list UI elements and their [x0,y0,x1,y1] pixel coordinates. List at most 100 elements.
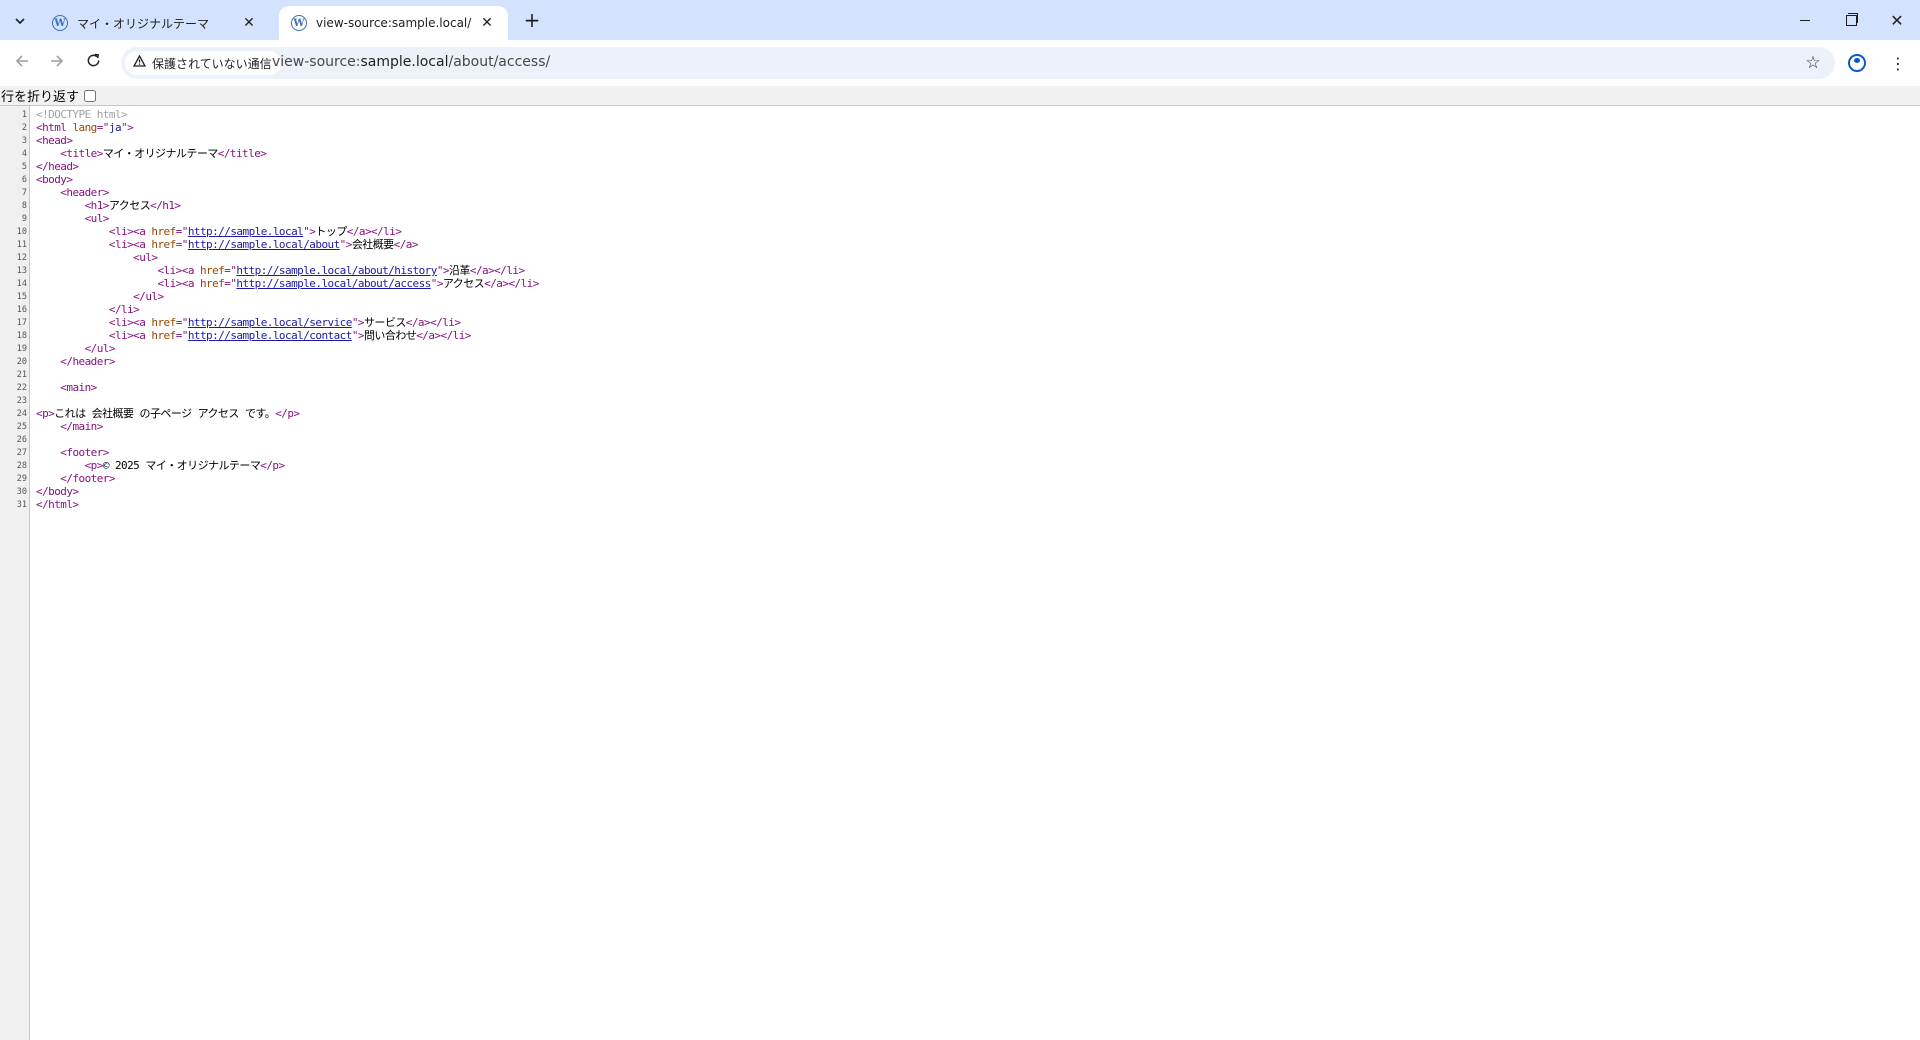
source-line: 17 <li><a href="http://sample.local/serv… [0,316,1890,329]
line-content: </li> [36,303,140,316]
source-text: 沿革 [448,264,470,277]
line-content: <ul> [36,251,158,264]
source-attr: href [151,225,176,238]
source-line: 8 <h1>アクセス</h1> [0,199,1890,212]
source-doctype: <!DOCTYPE html> [36,108,128,121]
source-tag: </h1> [150,199,181,212]
line-content: <p>これは 会社概要 の子ページ アクセス です。</p> [36,407,300,420]
source-line: 31 </html> [0,498,1890,511]
source-line: 30 </body> [0,485,1890,498]
tab-my-original-theme[interactable]: W マイ・オリジナルテーマ ✕ [40,6,270,40]
source-link[interactable]: http://sample.local/about [188,238,340,251]
line-content: <li><a href="http://sample.local/about/h… [36,264,525,277]
line-content: <li><a href="http://sample.local">トップ</a… [36,225,402,238]
line-content: <footer> [36,446,109,459]
new-tab-button[interactable]: + [520,8,544,32]
source-attr: href [151,316,176,329]
close-icon[interactable]: ✕ [478,14,496,32]
source-text: アクセス [108,199,151,212]
source-line: 14 <li><a href="http://sample.local/abou… [0,277,1890,290]
line-content: </main> [36,420,103,433]
source-tag: </a></li> [405,316,461,329]
close-icon: ✕ [1890,10,1904,30]
source-line: 18 <li><a href="http://sample.local/cont… [0,329,1890,342]
source-tag: <header> [60,186,109,199]
line-content: <head> [36,134,73,147]
source-link[interactable]: http://sample.local/service [188,316,353,329]
profile-avatar [1848,54,1866,72]
source-tag: <title> [60,147,103,160]
source-tag: =" [224,277,237,290]
kebab-menu-icon[interactable]: ⋮ [1886,51,1910,75]
reload-button[interactable] [77,47,109,79]
source-line: 23 [0,394,1890,407]
source-tag: =" [175,316,189,329]
security-label: 保護されていない通信 [152,56,272,71]
security-chip[interactable]: 保護されていない通信 [125,51,281,75]
source-code: 1 <!DOCTYPE html> 2 <html lang="ja"> 3 <head>… [0,108,1890,511]
source-link[interactable]: http://sample.local/contact [188,329,353,342]
source-line: 16 </li> [0,303,1890,316]
minimize-button[interactable] [1782,0,1828,40]
tab-view-source[interactable]: W view-source:sample.local/about ✕ [279,6,508,40]
source-attr: href [151,329,176,342]
source-tag: </body> [36,485,79,498]
forward-button[interactable] [41,47,73,79]
line-content: <body> [36,173,73,186]
plus-icon: + [523,8,541,32]
source-tag: <li><a [157,277,200,290]
source-attr: href [151,238,176,251]
line-content: </header> [36,355,115,368]
source-line: 20 </header> [0,355,1890,368]
source-tag: <li><a [108,329,152,342]
arrow-right-icon [50,53,64,73]
url-path: /about/access/ [448,54,551,70]
source-tag: <p> [84,459,104,472]
back-button[interactable] [6,47,38,79]
line-wrap-checkbox[interactable] [84,89,97,102]
reload-icon [86,53,101,73]
star-icon[interactable]: ☆ [1801,51,1825,75]
source-tag: =" [96,121,110,134]
source-line: 1 <!DOCTYPE html> [0,108,1890,121]
source-link[interactable]: http://sample.local/about/access [236,277,431,290]
source-line: 27 <footer> [0,446,1890,459]
source-tag: <html [36,121,73,134]
close-icon[interactable]: ✕ [240,14,258,32]
source-line: 3 <head> [0,134,1890,147]
restore-button[interactable] [1828,0,1874,40]
source-link[interactable]: http://sample.local [188,225,304,238]
arrow-left-icon [15,53,29,73]
window-close-button[interactable]: ✕ [1874,0,1920,40]
source-tag: <li><a [108,316,152,329]
source-line: 24 <p>これは 会社概要 の子ページ アクセス です。</p> [0,407,1890,420]
source-line: 5 </head> [0,160,1890,173]
address-bar[interactable]: 保護されていない通信 view-source:sample.local/abou… [121,47,1835,79]
source-tag: =" [175,329,189,342]
source-line: 2 <html lang="ja"> [0,121,1890,134]
profile-icon[interactable] [1845,51,1869,75]
source-line: 4 <title>マイ・オリジナルテーマ</title> [0,147,1890,160]
line-content: <p>© 2025 マイ・オリジナルテーマ</p> [36,459,286,472]
source-link[interactable]: http://sample.local/about/history [236,264,437,277]
source-tag: </main> [60,420,103,433]
source-line: 7 <header> [0,186,1890,199]
url-text[interactable]: view-source:sample.local/about/access/ [272,54,550,70]
source-line: 22 <main> [0,381,1890,394]
wordpress-icon: W [52,15,68,31]
source-line: 6 <body> [0,173,1890,186]
source-tag: </footer> [60,472,115,485]
source-line: 9 <ul> [0,212,1890,225]
tab-search-button[interactable] [8,8,32,32]
source-attr: href [199,277,225,290]
source-text: マイ・オリジナルテーマ [102,147,219,160]
source-tag: "> [121,121,134,134]
line-content: <header> [36,186,109,199]
line-content: </footer> [36,472,115,485]
source-tag: </header> [60,355,115,368]
source-tag: <main> [60,381,97,394]
line-content: </head> [36,160,79,173]
source-text: サービス [363,316,406,329]
source-tag: <li><a [108,225,152,238]
line-content: <li><a href="http://sample.local/about">… [36,238,419,251]
